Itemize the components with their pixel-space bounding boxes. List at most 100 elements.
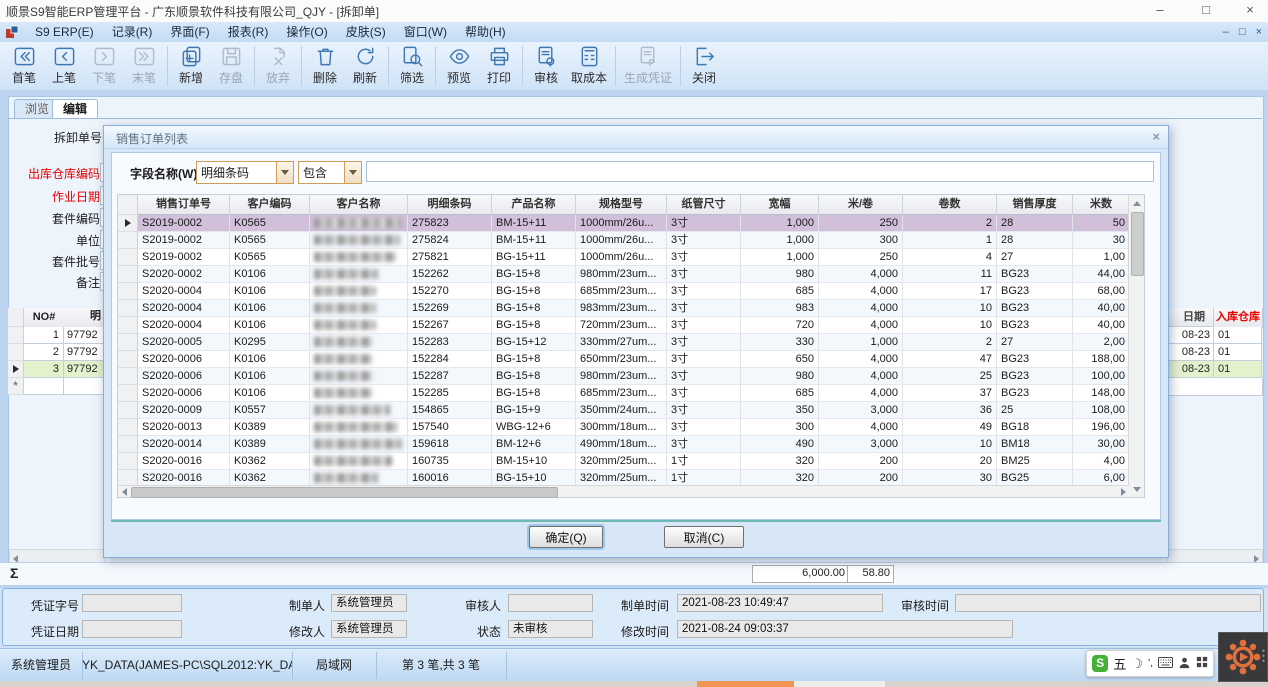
- cell[interactable]: 4,000: [819, 385, 903, 402]
- cell[interactable]: K0106: [230, 300, 310, 317]
- cell[interactable]: 148,00: [1073, 385, 1130, 402]
- cell[interactable]: S2020-0002: [138, 266, 230, 283]
- cell[interactable]: 3寸: [667, 385, 741, 402]
- field-name-combobox[interactable]: 明细条码: [196, 161, 294, 184]
- cell[interactable]: 159618: [408, 436, 492, 453]
- cell[interactable]: 685: [741, 283, 819, 300]
- cell[interactable]: 3寸: [667, 317, 741, 334]
- cell[interactable]: 650mm/23um...: [576, 351, 667, 368]
- window-minimize-icon[interactable]: –: [1140, 0, 1180, 22]
- vscroll-thumb[interactable]: [1131, 212, 1144, 276]
- cell[interactable]: 1,000: [819, 334, 903, 351]
- tab-edit[interactable]: 编辑: [52, 99, 98, 119]
- cell[interactable]: S2019-0002: [138, 249, 230, 266]
- cell[interactable]: 37: [903, 385, 997, 402]
- wubi-mode-icon[interactable]: 五: [1113, 654, 1126, 673]
- table-vscrollbar[interactable]: [1128, 195, 1144, 497]
- cell[interactable]: 157540: [408, 419, 492, 436]
- toolbox-icon[interactable]: [1196, 656, 1208, 671]
- cell-warehouse[interactable]: 01: [1214, 361, 1262, 378]
- cell[interactable]: BG-15+8: [492, 368, 576, 385]
- cell[interactable]: BM-15+11: [492, 232, 576, 249]
- cell[interactable]: BG-15+12: [492, 334, 576, 351]
- cell[interactable]: 685mm/23um...: [576, 283, 667, 300]
- cell[interactable]: 320: [741, 453, 819, 470]
- column-header-5[interactable]: 规格型号: [576, 195, 667, 215]
- cell[interactable]: 36: [903, 402, 997, 419]
- cell[interactable]: 330mm/27um...: [576, 334, 667, 351]
- cell[interactable]: 275823: [408, 215, 492, 232]
- form-hscrollbar-left[interactable]: [9, 549, 105, 563]
- cell[interactable]: 30,00: [1073, 436, 1130, 453]
- cell[interactable]: [310, 300, 408, 317]
- cell[interactable]: 4,000: [819, 266, 903, 283]
- cell[interactable]: 2: [903, 215, 997, 232]
- cell[interactable]: 300mm/18um...: [576, 419, 667, 436]
- cell[interactable]: 152262: [408, 266, 492, 283]
- cell[interactable]: [310, 215, 408, 232]
- cell[interactable]: BG23: [997, 266, 1073, 283]
- cell[interactable]: 980mm/23um...: [576, 266, 667, 283]
- cell[interactable]: [310, 351, 408, 368]
- cell[interactable]: K0362: [230, 453, 310, 470]
- cell[interactable]: BG-15+8: [492, 283, 576, 300]
- cell[interactable]: BG23: [997, 368, 1073, 385]
- cell[interactable]: 40,00: [1073, 300, 1130, 317]
- cell[interactable]: 980: [741, 266, 819, 283]
- form-hscrollbar-right[interactable]: [1167, 549, 1263, 563]
- cell-date[interactable]: 08-23: [1168, 327, 1214, 344]
- cell[interactable]: [310, 419, 408, 436]
- menu-item[interactable]: 窗口(W): [395, 22, 456, 42]
- cell[interactable]: 3寸: [667, 419, 741, 436]
- cell[interactable]: K0106: [230, 266, 310, 283]
- column-header-0[interactable]: 销售订单号: [138, 195, 230, 215]
- cell[interactable]: K0106: [230, 283, 310, 300]
- cell[interactable]: 980: [741, 368, 819, 385]
- cell[interactable]: 300: [819, 232, 903, 249]
- table-row[interactable]: S2020-0006K0106152284BG-15+8650mm/23um..…: [118, 351, 1144, 368]
- cell[interactable]: S2020-0009: [138, 402, 230, 419]
- chevron-down-icon[interactable]: [276, 162, 293, 183]
- cell[interactable]: 490: [741, 436, 819, 453]
- cell[interactable]: BG23: [997, 317, 1073, 334]
- table-row[interactable]: S2020-0006K0106152287BG-15+8980mm/23um..…: [118, 368, 1144, 385]
- cell-no[interactable]: [24, 378, 64, 395]
- cell[interactable]: [310, 385, 408, 402]
- menu-item[interactable]: 帮助(H): [456, 22, 515, 42]
- cell[interactable]: 4: [903, 249, 997, 266]
- dialog-close-icon[interactable]: ×: [1152, 129, 1160, 144]
- table-row[interactable]: S2020-0002K0106152262BG-15+8980mm/23um..…: [118, 266, 1144, 283]
- cell[interactable]: S2020-0006: [138, 385, 230, 402]
- mdi-restore-icon[interactable]: □: [1239, 24, 1246, 40]
- cell[interactable]: BG-15+9: [492, 402, 576, 419]
- cell[interactable]: 275824: [408, 232, 492, 249]
- cell[interactable]: 10: [903, 300, 997, 317]
- cell[interactable]: 152287: [408, 368, 492, 385]
- column-header-1[interactable]: 客户编码: [230, 195, 310, 215]
- cell[interactable]: K0565: [230, 232, 310, 249]
- scroll-up-icon[interactable]: [1129, 196, 1144, 210]
- cell[interactable]: BG-15+8: [492, 300, 576, 317]
- cell[interactable]: S2020-0014: [138, 436, 230, 453]
- cell[interactable]: 3寸: [667, 351, 741, 368]
- cell[interactable]: 3寸: [667, 283, 741, 300]
- table-hscrollbar[interactable]: [118, 485, 1129, 497]
- mdi-minimize-icon[interactable]: –: [1223, 24, 1229, 40]
- cell[interactable]: 27: [997, 249, 1073, 266]
- cell[interactable]: BG23: [997, 300, 1073, 317]
- cell-no[interactable]: 2: [24, 344, 64, 361]
- cell[interactable]: 650: [741, 351, 819, 368]
- screen-widget[interactable]: •••: [1218, 632, 1268, 682]
- cell-warehouse[interactable]: 01: [1214, 344, 1262, 361]
- cell[interactable]: S2020-0005: [138, 334, 230, 351]
- column-header-7[interactable]: 宽幅: [741, 195, 819, 215]
- cell[interactable]: 152270: [408, 283, 492, 300]
- window-close-icon[interactable]: ×: [1232, 0, 1268, 22]
- cell[interactable]: K0557: [230, 402, 310, 419]
- scroll-down-icon[interactable]: [1129, 482, 1144, 496]
- cell[interactable]: 490mm/18um...: [576, 436, 667, 453]
- menu-item[interactable]: S9 ERP(E): [26, 22, 103, 42]
- cell[interactable]: K0106: [230, 351, 310, 368]
- cell[interactable]: BM-15+10: [492, 453, 576, 470]
- cell[interactable]: 49: [903, 419, 997, 436]
